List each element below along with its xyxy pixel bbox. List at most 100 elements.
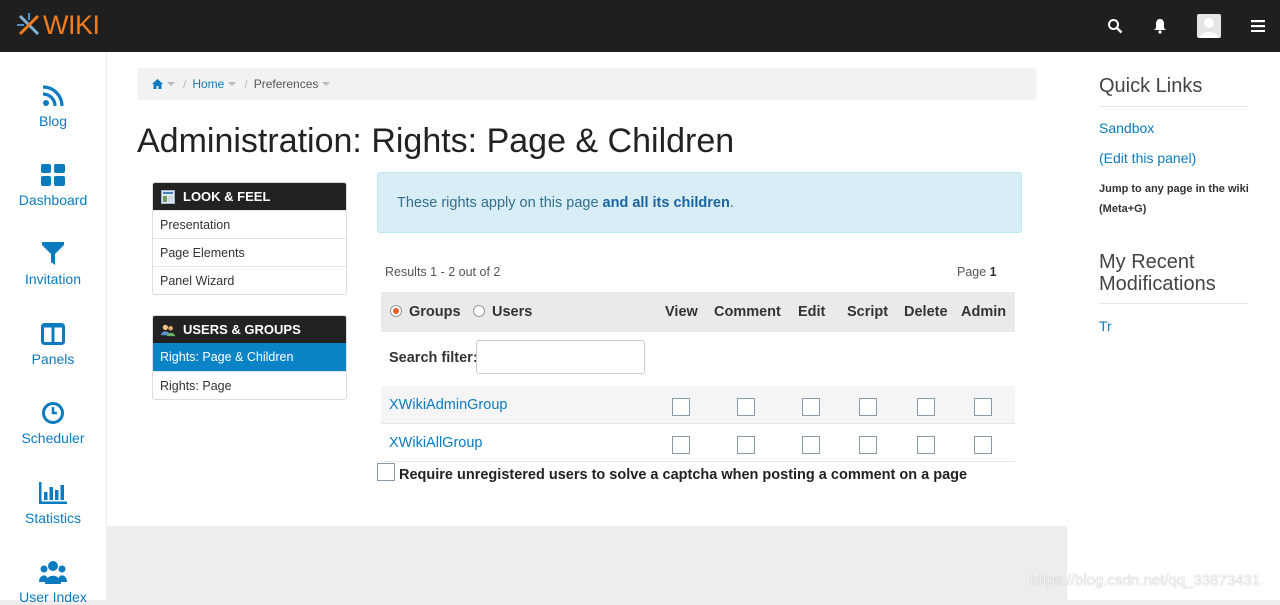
app-blog[interactable]: Blog bbox=[0, 82, 106, 129]
page-number[interactable]: 1 bbox=[990, 265, 997, 279]
app-label: Invitation bbox=[24, 271, 82, 287]
edit-right-checkbox[interactable] bbox=[802, 398, 820, 416]
menu-item-rights-page[interactable]: Rights: Page bbox=[153, 371, 346, 399]
edit-panel-link[interactable]: (Edit this panel) bbox=[1099, 150, 1196, 166]
breadcrumb-separator: / bbox=[244, 77, 248, 91]
menu-heading: USERS & GROUPS bbox=[153, 316, 346, 343]
app-label: Panels bbox=[31, 351, 75, 367]
divider bbox=[1099, 106, 1248, 107]
group-link[interactable]: XWikiAllGroup bbox=[389, 435, 482, 451]
delete-right-checkbox[interactable] bbox=[917, 436, 935, 454]
delete-right-checkbox[interactable] bbox=[917, 398, 935, 416]
results-count: Results 1 - 2 out of 2 bbox=[385, 265, 501, 279]
home-icon[interactable] bbox=[152, 79, 163, 89]
menu-heading-label: LOOK & FEEL bbox=[183, 189, 271, 204]
captcha-checkbox[interactable] bbox=[377, 463, 395, 481]
menu-heading-label: USERS & GROUPS bbox=[183, 322, 301, 337]
menu-item-page-elements[interactable]: Page Elements bbox=[153, 238, 346, 266]
right-panels: Quick Links Sandbox (Edit this panel) Ju… bbox=[1067, 52, 1280, 600]
app-label: User Index bbox=[19, 589, 87, 605]
app-dashboard[interactable]: Dashboard bbox=[0, 161, 106, 208]
app-label: Dashboard bbox=[18, 192, 88, 208]
logo-text: WIKI bbox=[43, 9, 100, 40]
chevron-down-icon[interactable] bbox=[228, 82, 237, 86]
chevron-down-icon[interactable] bbox=[167, 82, 175, 86]
admin-right-checkbox[interactable] bbox=[974, 436, 992, 454]
app-label: Blog bbox=[38, 113, 68, 129]
breadcrumb-separator: / bbox=[183, 77, 187, 91]
filter-icon bbox=[0, 240, 106, 268]
menu-item-presentation[interactable]: Presentation bbox=[153, 210, 346, 238]
app-scheduler[interactable]: Scheduler bbox=[0, 399, 106, 446]
users-group-icon bbox=[161, 323, 175, 337]
table-row: XWikiAllGroup bbox=[381, 424, 1015, 462]
app-user-index[interactable]: User Index bbox=[0, 558, 106, 605]
wiki-logo[interactable]: WIKI bbox=[16, 10, 100, 40]
captcha-label[interactable]: Require unregistered users to solve a ca… bbox=[399, 467, 967, 483]
search-filter-row: Search filter: bbox=[381, 332, 1015, 382]
watermark: https://blog.csdn.net/qq_33873431 bbox=[1030, 572, 1261, 589]
column-script: Script bbox=[847, 304, 889, 320]
users-label[interactable]: Users bbox=[492, 304, 532, 320]
columns-icon bbox=[0, 320, 106, 348]
breadcrumb: / Home / Preferences bbox=[137, 68, 1037, 100]
look-and-feel-menu: LOOK & FEEL Presentation Page Elements P… bbox=[152, 182, 347, 295]
app-label: Statistics bbox=[24, 510, 81, 526]
column-comment: Comment bbox=[714, 304, 781, 320]
search-filter-input[interactable] bbox=[476, 340, 645, 374]
main-content: / Home / Preferences Administration: Rig… bbox=[107, 52, 1067, 526]
menu-item-panel-wizard[interactable]: Panel Wizard bbox=[153, 266, 346, 294]
search-filter-label: Search filter: bbox=[389, 350, 478, 366]
view-right-checkbox[interactable] bbox=[672, 398, 690, 416]
divider bbox=[1099, 303, 1248, 304]
comment-right-checkbox[interactable] bbox=[737, 436, 755, 454]
breadcrumb-current: Preferences bbox=[253, 77, 319, 91]
column-view: View bbox=[665, 304, 698, 320]
applications-bar: Blog Dashboard Invitation Panels Schedul… bbox=[0, 52, 106, 605]
xwiki-x-logo-icon bbox=[17, 13, 40, 36]
users-and-groups-menu: USERS & GROUPS Rights: Page & Children R… bbox=[152, 315, 347, 400]
sandbox-link[interactable]: Sandbox bbox=[1099, 120, 1154, 136]
column-admin: Admin bbox=[961, 304, 1007, 320]
groups-radio[interactable] bbox=[390, 305, 402, 317]
chevron-down-icon[interactable] bbox=[322, 82, 331, 86]
menu-item-rights-page-children[interactable]: Rights: Page & Children bbox=[153, 343, 346, 371]
rss-icon bbox=[0, 82, 106, 110]
users-radio[interactable] bbox=[473, 305, 485, 317]
script-right-checkbox[interactable] bbox=[859, 398, 877, 416]
quick-links-title: Quick Links bbox=[1099, 75, 1203, 97]
hamburger-menu-icon[interactable] bbox=[1248, 16, 1268, 36]
user-avatar[interactable] bbox=[1197, 14, 1221, 38]
bar-chart-icon bbox=[0, 479, 106, 507]
column-delete: Delete bbox=[904, 304, 948, 320]
app-statistics[interactable]: Statistics bbox=[0, 479, 106, 526]
info-text: These rights apply on this page bbox=[397, 194, 599, 211]
comment-right-checkbox[interactable] bbox=[737, 398, 755, 416]
view-right-checkbox[interactable] bbox=[672, 436, 690, 454]
jump-hint: Jump to any page in the wiki (Meta+G) bbox=[1099, 183, 1249, 215]
layout-icon bbox=[161, 189, 175, 204]
table-row: XWikiAdminGroup bbox=[381, 386, 1015, 424]
app-panels[interactable]: Panels bbox=[0, 320, 106, 367]
menu-heading: LOOK & FEEL bbox=[153, 183, 346, 210]
script-right-checkbox[interactable] bbox=[859, 436, 877, 454]
rights-info-message: These rights apply on this page and all … bbox=[377, 172, 1022, 233]
recent-modification-link[interactable]: Tr bbox=[1099, 318, 1112, 334]
top-navigation-bar: WIKI bbox=[0, 0, 1280, 52]
column-edit: Edit bbox=[798, 304, 826, 320]
page-label: Page bbox=[957, 265, 990, 279]
app-invitation[interactable]: Invitation bbox=[0, 240, 106, 287]
group-link[interactable]: XWikiAdminGroup bbox=[389, 397, 507, 413]
bell-icon[interactable] bbox=[1150, 16, 1170, 36]
pagination: Page 1 bbox=[957, 265, 997, 279]
edit-right-checkbox[interactable] bbox=[802, 436, 820, 454]
page-title: Administration: Rights: Page & Children bbox=[137, 122, 735, 160]
users-icon bbox=[0, 558, 106, 586]
info-suffix: . bbox=[729, 194, 734, 211]
admin-right-checkbox[interactable] bbox=[974, 398, 992, 416]
grid-icon bbox=[0, 161, 106, 189]
groups-label[interactable]: Groups bbox=[409, 304, 461, 320]
search-icon[interactable] bbox=[1105, 16, 1125, 36]
recent-modifications-title: My Recent Modifications bbox=[1099, 251, 1216, 295]
breadcrumb-home-link[interactable]: Home bbox=[192, 77, 224, 91]
